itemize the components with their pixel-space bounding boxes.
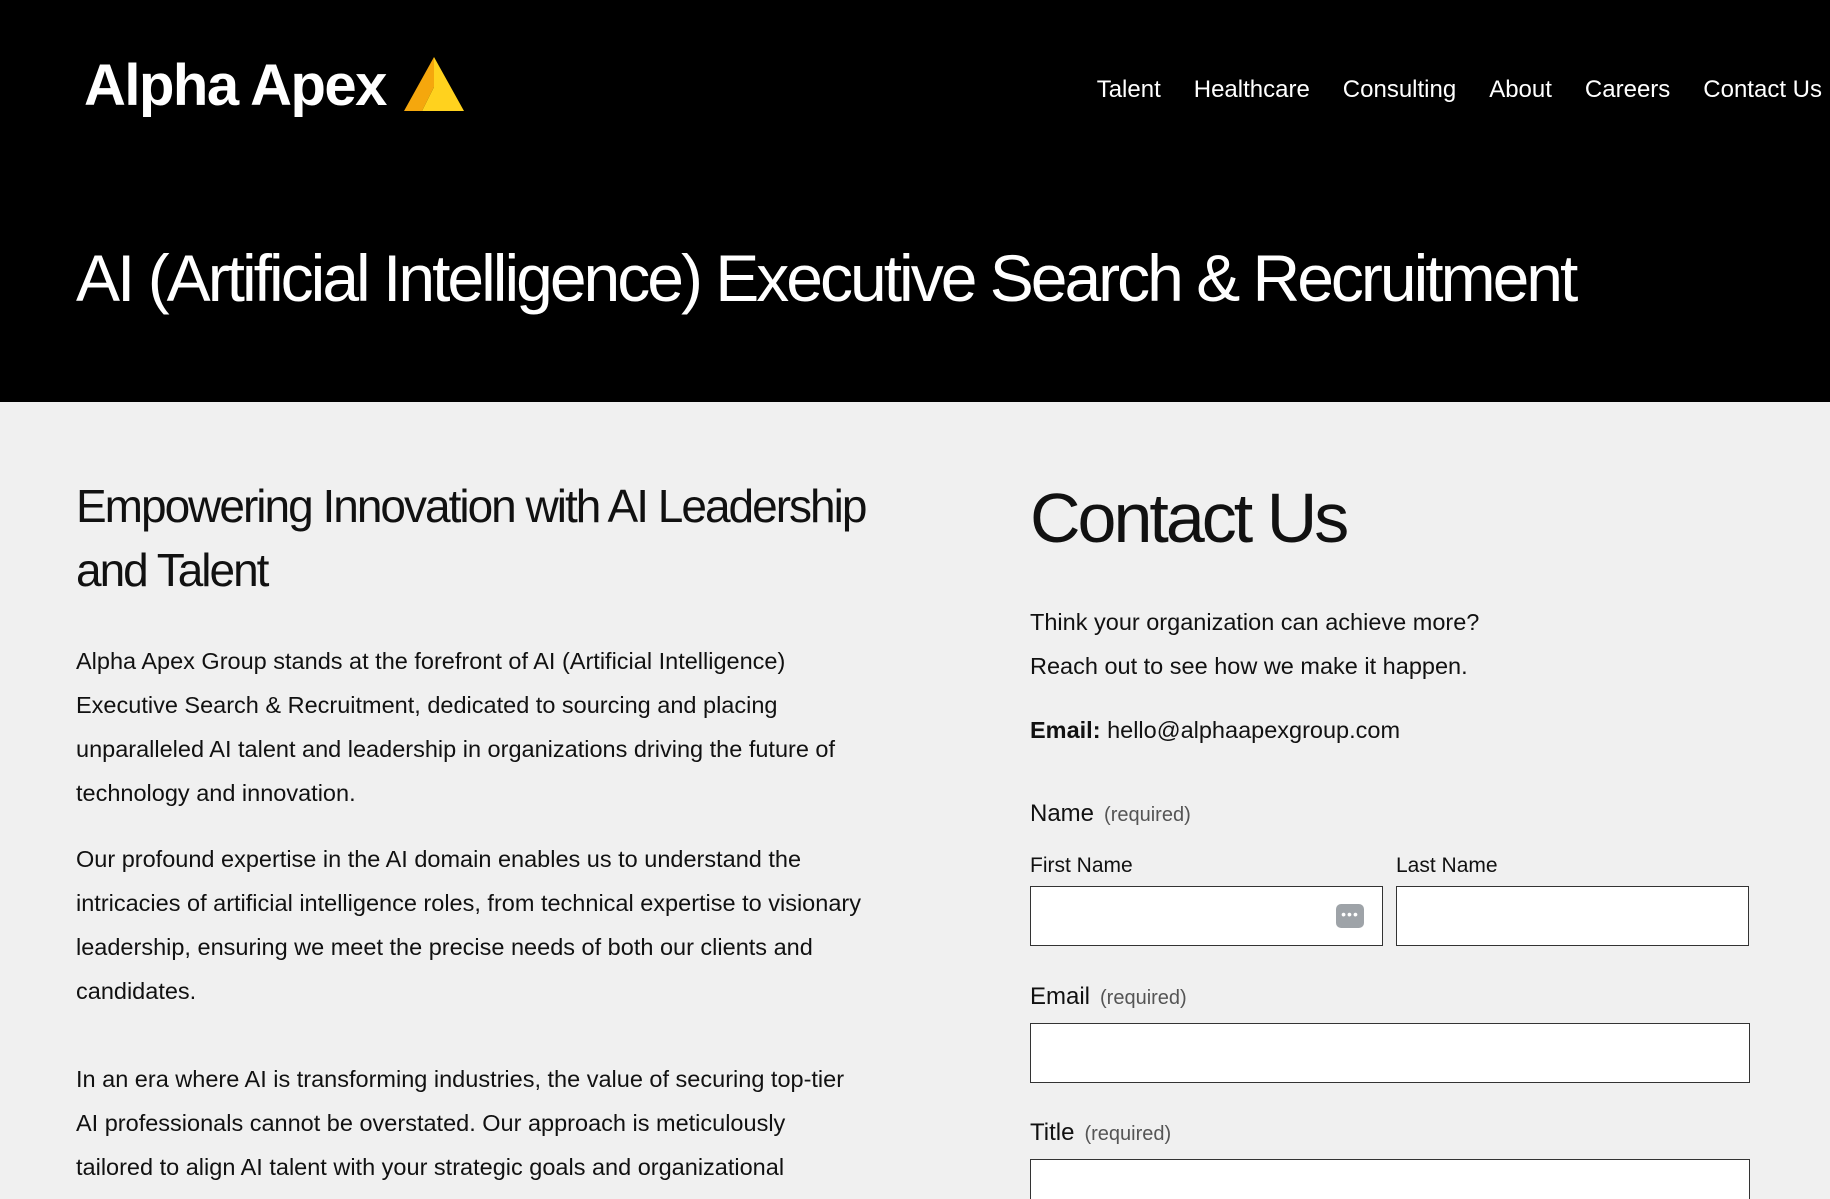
contact-intro-line-1: Think your organization can achieve more… — [1030, 609, 1480, 635]
brand-name: Alpha Apex — [84, 53, 387, 118]
name-required-note: (required) — [1104, 804, 1191, 826]
nav-healthcare[interactable]: Healthcare — [1194, 76, 1310, 104]
expertise-paragraph: Our profound expertise in the AI domain … — [76, 846, 861, 1004]
email-input[interactable] — [1030, 1023, 1750, 1083]
email-label: Email — [1030, 983, 1091, 1010]
contact-heading: Contact Us — [1030, 479, 1349, 557]
nav-about[interactable]: About — [1489, 76, 1552, 104]
title-label: Title — [1030, 1119, 1075, 1146]
title-input[interactable] — [1030, 1159, 1750, 1199]
last-name-input[interactable] — [1396, 886, 1749, 946]
title-field-group: Title (required) — [1030, 1119, 1750, 1199]
email-field-group: Email (required) — [1030, 983, 1750, 1083]
nav-contact-us[interactable]: Contact Us — [1703, 76, 1822, 104]
intro-section: Empowering Innovation with AI Leadership… — [76, 474, 867, 1189]
intro-paragraph: Alpha Apex Group stands at the forefront… — [76, 648, 836, 806]
name-field-group: Name (required) First Name ••• Last Name — [1030, 800, 1750, 946]
brand-logo[interactable]: Alpha Apex — [84, 52, 464, 119]
contact-intro: Think your organization can achieve more… — [1030, 600, 1750, 688]
nav-consulting[interactable]: Consulting — [1343, 76, 1456, 104]
name-label: Name — [1030, 800, 1095, 827]
first-name-label: First Name — [1030, 854, 1133, 877]
title-required-note: (required) — [1084, 1123, 1172, 1145]
apex-logo-icon — [403, 56, 464, 111]
nav-careers[interactable]: Careers — [1585, 76, 1670, 104]
contact-email-line: Email: hello@alphaapexgroup.com — [1030, 708, 1750, 752]
contact-email-link[interactable]: hello@alphaapexgroup.com — [1107, 717, 1400, 743]
last-name-label: Last Name — [1396, 854, 1498, 877]
approach-paragraph: In an era where AI is transforming indus… — [76, 1066, 845, 1180]
nav-talent[interactable]: Talent — [1097, 76, 1161, 104]
section-heading: Empowering Innovation with AI Leadership… — [76, 480, 867, 596]
first-name-input[interactable]: ••• — [1030, 886, 1383, 946]
email-required-note: (required) — [1100, 987, 1187, 1009]
contact-email-label: Email: — [1030, 717, 1101, 743]
main-nav: Talent Healthcare Consulting About Caree… — [1064, 76, 1822, 104]
contact-intro-line-2: Reach out to see how we make it happen. — [1030, 653, 1468, 679]
site-header: Alpha Apex Talent Healthcare Consulting … — [0, 0, 1830, 402]
contact-section: Contact Us Think your organization can a… — [1030, 478, 1750, 1199]
password-autofill-icon[interactable]: ••• — [1336, 904, 1364, 928]
page-title: AI (Artificial Intelligence) Executive S… — [76, 241, 1578, 315]
